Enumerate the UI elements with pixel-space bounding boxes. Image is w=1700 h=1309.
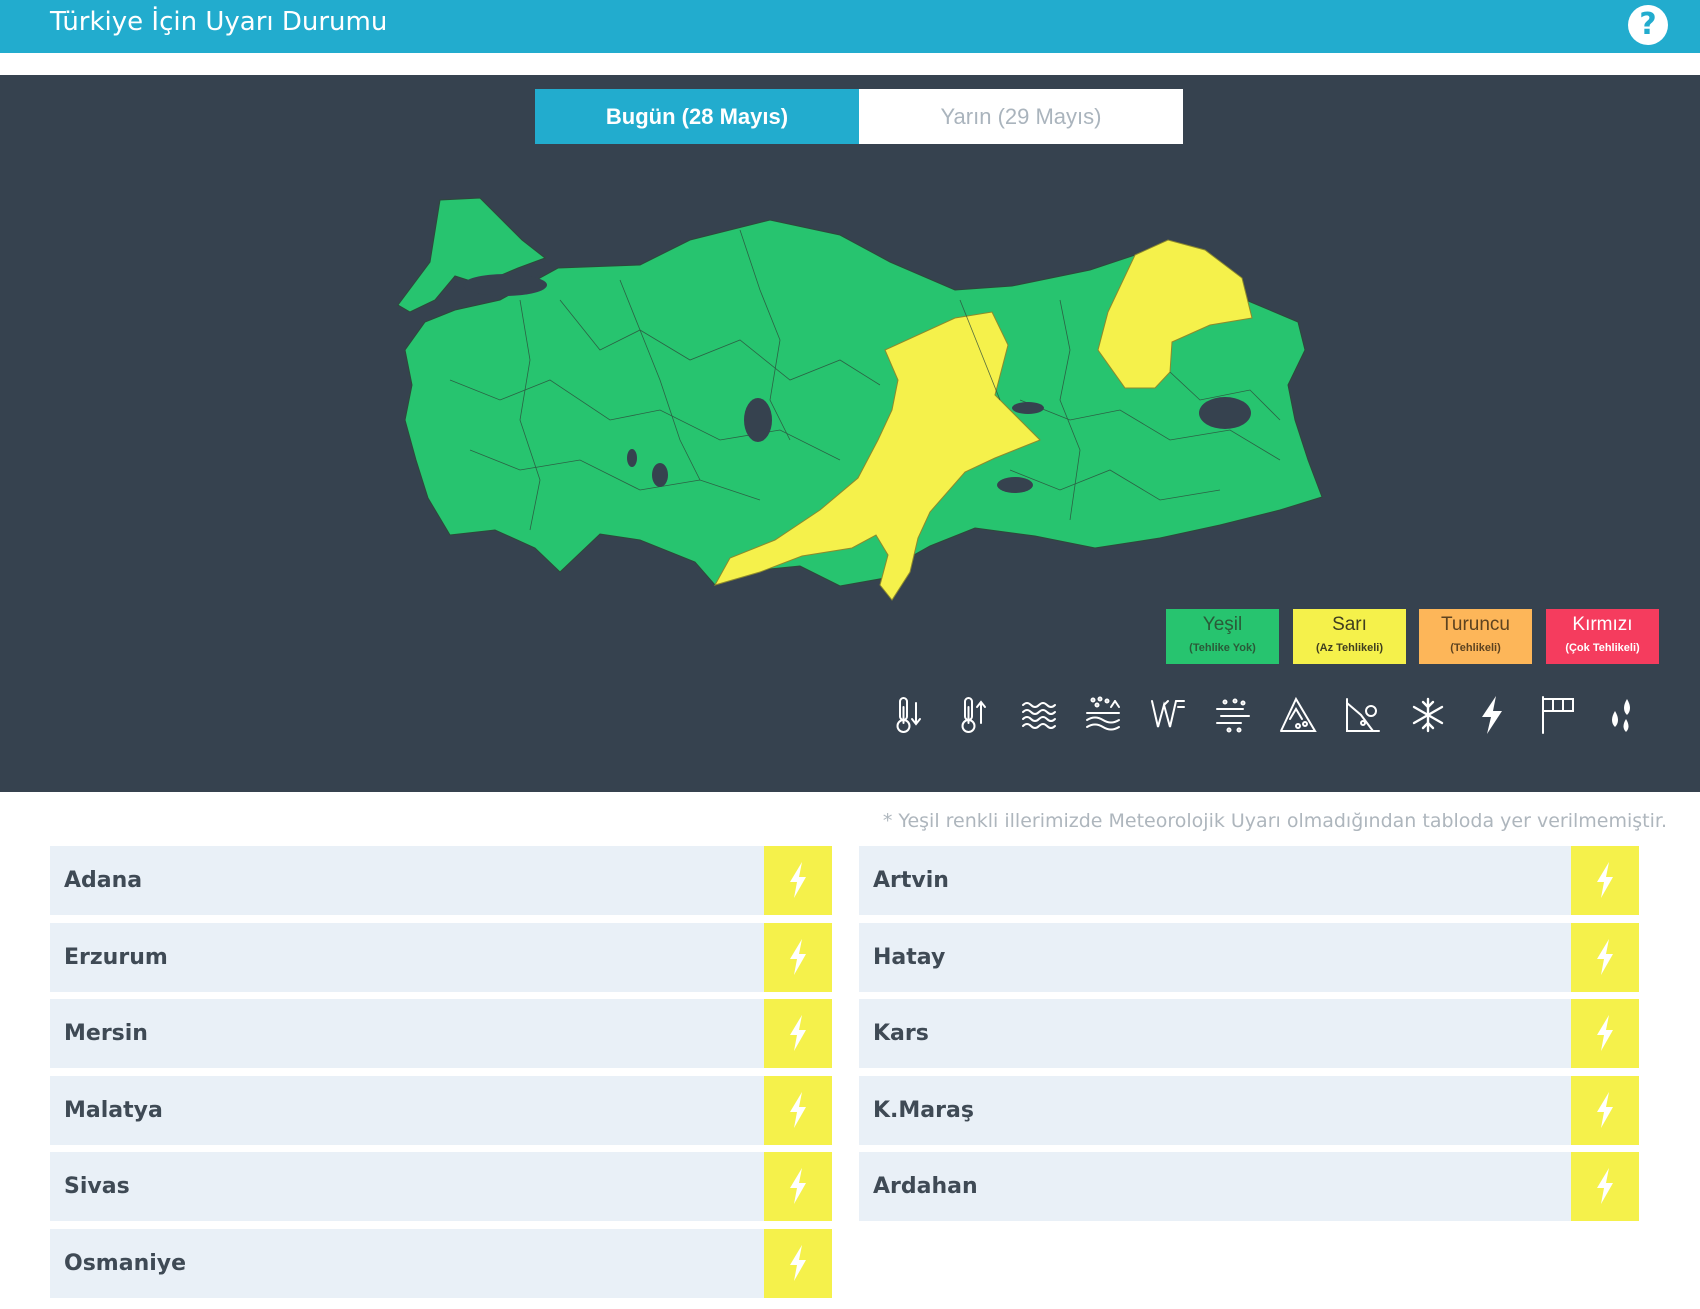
legend-red-desc: (Çok Tehlikeli) bbox=[1565, 642, 1640, 654]
tab-today[interactable]: Bugün (28 Mayıs) bbox=[535, 89, 859, 144]
city-name: Mersin bbox=[64, 1021, 148, 1046]
avalanche-icon[interactable] bbox=[1278, 693, 1318, 737]
landslide-icon[interactable] bbox=[1343, 693, 1383, 737]
tab-tomorrow[interactable]: Yarın (29 Mayıs) bbox=[859, 89, 1183, 144]
dust-icon[interactable] bbox=[1083, 693, 1123, 737]
thunderstorm-icon bbox=[764, 1076, 832, 1145]
thunderstorm-icon bbox=[1571, 846, 1639, 915]
lake-egirdir bbox=[627, 449, 637, 467]
warning-row-ardahan[interactable]: Ardahan bbox=[859, 1152, 1639, 1221]
city-name: Sivas bbox=[64, 1174, 130, 1199]
legend-green-name: Yeşil bbox=[1202, 614, 1243, 635]
sea-marmara bbox=[463, 274, 547, 296]
warning-row-artvin[interactable]: Artvin bbox=[859, 846, 1639, 915]
thunderstorm-icon bbox=[764, 923, 832, 992]
map-panel: Bugün (28 Mayıs) Yarın (29 Mayıs) Yeşil … bbox=[0, 75, 1700, 792]
lake-tuz bbox=[744, 398, 772, 442]
warning-row-kars[interactable]: Kars bbox=[859, 999, 1639, 1068]
wind-icon[interactable] bbox=[1148, 693, 1188, 737]
city-name: K.Maraş bbox=[873, 1098, 974, 1123]
legend-red: Kırmızı (Çok Tehlikeli) bbox=[1546, 609, 1659, 664]
warning-row-mersin[interactable]: Mersin bbox=[50, 999, 832, 1068]
warning-row-hatay[interactable]: Hatay bbox=[859, 923, 1639, 992]
city-name: Malatya bbox=[64, 1098, 163, 1123]
warning-row-sivas[interactable]: Sivas bbox=[50, 1152, 832, 1221]
legend-yellow: Sarı (Az Tehlikeli) bbox=[1293, 609, 1406, 664]
thunderstorm-icon bbox=[1571, 1152, 1639, 1221]
city-name: Artvin bbox=[873, 868, 949, 893]
city-name: Adana bbox=[64, 868, 143, 893]
thunderstorm-icon bbox=[764, 999, 832, 1068]
legend-orange-name: Turuncu bbox=[1441, 614, 1510, 635]
legend-green: Yeşil (Tehlike Yok) bbox=[1166, 609, 1279, 664]
legend-red-name: Kırmızı bbox=[1572, 614, 1633, 635]
rain-icon[interactable] bbox=[1601, 693, 1641, 737]
lake-keban bbox=[1012, 402, 1044, 414]
legend-orange: Turuncu (Tehlikeli) bbox=[1419, 609, 1532, 664]
warning-row-adana[interactable]: Adana bbox=[50, 846, 832, 915]
green-provinces-note: * Yeşil renkli illerimizde Meteorolojik … bbox=[882, 810, 1667, 832]
thunderstorm-icon[interactable] bbox=[1472, 693, 1512, 737]
snow-icon[interactable] bbox=[1408, 693, 1448, 737]
fog-icon[interactable] bbox=[1019, 693, 1059, 737]
legend-yellow-name: Sarı bbox=[1332, 614, 1367, 635]
question-icon[interactable]: ? bbox=[1628, 5, 1668, 45]
city-name: Osmaniye bbox=[64, 1251, 187, 1276]
thunderstorm-icon bbox=[764, 846, 832, 915]
cold-temperature-icon[interactable] bbox=[889, 693, 929, 737]
lake-van bbox=[1199, 397, 1251, 429]
storm-flag-icon[interactable] bbox=[1537, 693, 1577, 737]
thunderstorm-icon bbox=[1571, 1076, 1639, 1145]
warning-row-malatya[interactable]: Malatya bbox=[50, 1076, 832, 1145]
thunderstorm-icon bbox=[1571, 923, 1639, 992]
blizzard-icon[interactable] bbox=[1213, 693, 1253, 737]
warning-row-osmaniye[interactable]: Osmaniye bbox=[50, 1229, 832, 1298]
warning-row-kmaras[interactable]: K.Maraş bbox=[859, 1076, 1639, 1145]
thunderstorm-icon bbox=[764, 1229, 832, 1298]
city-name: Kars bbox=[873, 1021, 929, 1046]
city-name: Ardahan bbox=[873, 1174, 978, 1199]
lake-ataturk-dam bbox=[997, 477, 1033, 493]
city-name: Hatay bbox=[873, 945, 946, 970]
hot-temperature-icon[interactable] bbox=[954, 693, 994, 737]
legend-orange-desc: (Tehlikeli) bbox=[1450, 642, 1501, 654]
warning-row-erzurum[interactable]: Erzurum bbox=[50, 923, 832, 992]
thunderstorm-icon bbox=[764, 1152, 832, 1221]
legend-yellow-desc: (Az Tehlikeli) bbox=[1315, 642, 1384, 654]
thunderstorm-icon bbox=[1571, 999, 1639, 1068]
header-bar: Türkiye İçin Uyarı Durumu ? bbox=[0, 0, 1700, 53]
lake-beysehir bbox=[652, 463, 668, 487]
legend-green-desc: (Tehlike Yok) bbox=[1189, 642, 1256, 654]
page-title: Türkiye İçin Uyarı Durumu bbox=[50, 7, 388, 37]
city-name: Erzurum bbox=[64, 945, 168, 970]
